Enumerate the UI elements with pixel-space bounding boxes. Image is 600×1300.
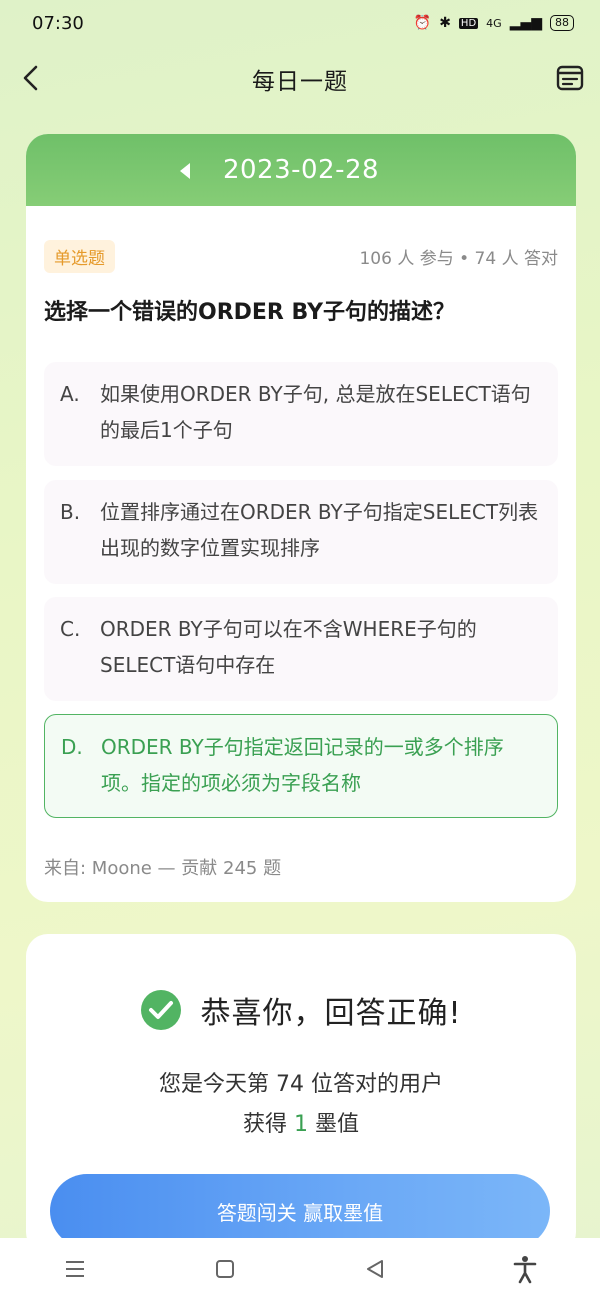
option-b[interactable]: B. 位置排序通过在ORDER BY子句指定SELECT列表出现的数字位置实现排… (44, 480, 558, 584)
reward-prefix: 获得 (243, 1112, 294, 1137)
back-icon[interactable] (355, 1249, 395, 1289)
accessibility-icon[interactable] (505, 1249, 545, 1289)
page-title: 每日一题 (252, 69, 348, 95)
menu-icon[interactable] (55, 1249, 95, 1289)
option-a[interactable]: A. 如果使用ORDER BY子句, 总是放在SELECT语句的最后1个子句 (44, 362, 558, 466)
question-text: 选择一个错误的ORDER BY子句的描述？ (44, 300, 456, 325)
check-circle-icon (141, 990, 182, 1030)
prev-date-icon[interactable] (178, 162, 192, 180)
success-message: 恭喜你，回答正确! (200, 996, 462, 1031)
home-icon[interactable] (205, 1249, 245, 1289)
option-letter: B. (60, 500, 81, 524)
reward-value: 1 (294, 1112, 308, 1137)
option-d-selected[interactable]: D. ORDER BY子句指定返回记录的一或多个排序项。指定的项必须为字段名称 (44, 714, 558, 818)
question-date: 2023-02-28 (222, 155, 380, 185)
battery-icon: 88 (550, 15, 574, 31)
signal-icon: ▂▄▆ (509, 15, 542, 31)
bluetooth-icon: ✱ (439, 15, 451, 31)
status-bar: 07:30 ⏰ ✱ HD 4G ▂▄▆ 88 (0, 0, 600, 46)
option-letter: C. (60, 617, 81, 641)
question-meta: 单选题 106 人 参与 • 74 人 答对 (44, 239, 558, 273)
reward-suffix: 墨值 (308, 1112, 359, 1137)
system-nav-bar (0, 1238, 600, 1300)
option-c[interactable]: C. ORDER BY子句可以在不含WHERE子句的SELECT语句中存在 (44, 597, 558, 701)
option-text: 位置排序通过在ORDER BY子句指定SELECT列表出现的数字位置实现排序 (100, 500, 539, 560)
top-bar: 每日一题 (0, 48, 600, 110)
success-row: 恭喜你，回答正确! (26, 988, 576, 1032)
option-letter: A. (60, 382, 80, 406)
participation-stats: 106 人 参与 • 74 人 答对 (359, 248, 558, 269)
network-label: 4G (486, 16, 502, 30)
option-text: 如果使用ORDER BY子句, 总是放在SELECT语句的最后1个子句 (100, 382, 531, 442)
question-type-badge: 单选题 (44, 239, 115, 273)
hd-icon: HD (458, 17, 479, 29)
result-card: 恭喜你，回答正确! 您是今天第 74 位答对的用户 获得 1 墨值 答题闯关 赢… (26, 934, 576, 1254)
challenge-button[interactable]: 答题闯关 赢取墨值 (50, 1174, 550, 1248)
question-source: 来自: Moone — 贡献 245 题 (44, 858, 282, 879)
status-time: 07:30 (32, 12, 84, 34)
option-letter: D. (61, 735, 83, 759)
status-icons: ⏰ ✱ HD 4G ▂▄▆ 88 (414, 15, 574, 31)
rank-line: 您是今天第 74 位答对的用户 (159, 1072, 443, 1097)
option-text: ORDER BY子句可以在不含WHERE子句的SELECT语句中存在 (100, 617, 477, 677)
calendar-icon[interactable] (554, 62, 586, 94)
reward-line: 获得 1 墨值 (26, 1106, 576, 1138)
back-arrow-icon[interactable] (16, 62, 48, 94)
question-card: 2023-02-28 单选题 106 人 参与 • 74 人 答对 选择一个错误… (26, 134, 576, 902)
date-header: 2023-02-28 (26, 134, 576, 206)
option-text: ORDER BY子句指定返回记录的一或多个排序项。指定的项必须为字段名称 (101, 735, 504, 795)
alarm-icon: ⏰ (413, 15, 432, 31)
